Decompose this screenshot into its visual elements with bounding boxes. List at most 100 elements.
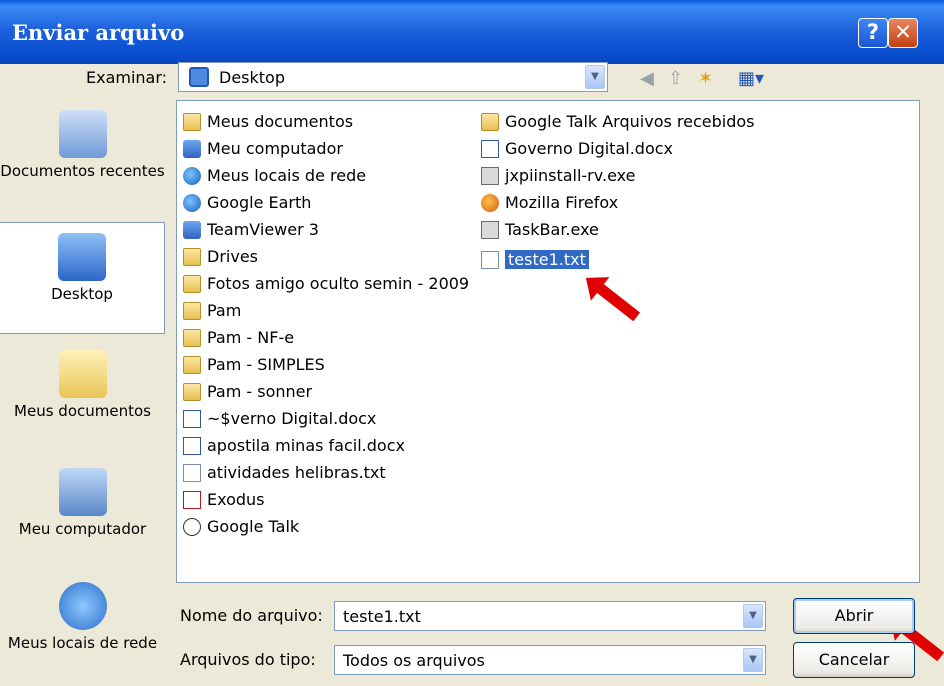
new-folder-button[interactable]: ✶ — [698, 68, 713, 89]
lookin-dropdown-button[interactable]: ▼ — [585, 65, 605, 89]
word-document-icon — [183, 409, 201, 428]
place-recent-documents[interactable]: Documentos recentes — [0, 110, 165, 180]
file-name: Meus documentos — [207, 112, 354, 131]
filetype-value: Todos os arquivos — [343, 651, 485, 670]
filename-dropdown-button[interactable]: ▼ — [743, 604, 763, 628]
place-label: Meus locais de rede — [7, 634, 158, 652]
file-item[interactable]: TeamViewer 3 — [183, 217, 319, 242]
file-item[interactable]: TaskBar.exe — [481, 217, 599, 242]
file-item[interactable]: Pam - sonner — [183, 379, 312, 404]
up-folder-button[interactable]: ⇧ — [668, 68, 683, 89]
title-bar[interactable]: Enviar arquivo ? ✕ — [0, 0, 944, 64]
lookin-value: Desktop — [219, 68, 285, 87]
place-my-computer[interactable]: Meu computador — [0, 468, 165, 538]
text-file-icon — [183, 463, 201, 482]
file-item[interactable]: Google Earth — [183, 190, 311, 215]
window-title: Enviar arquivo — [12, 20, 185, 45]
file-list[interactable]: Meus documentos Meu computador Meus loca… — [176, 100, 920, 583]
filetype-label: Arquivos do tipo: — [180, 650, 316, 669]
lookin-combo[interactable]: Desktop ▼ — [178, 62, 608, 92]
folder-icon — [183, 301, 201, 320]
file-item[interactable]: ~$verno Digital.docx — [183, 406, 376, 431]
file-item[interactable]: Google Talk Arquivos recebidos — [481, 109, 755, 134]
filename-field[interactable]: teste1.txt ▼ — [334, 601, 766, 631]
open-button[interactable]: Abrir — [793, 598, 915, 634]
file-name: TeamViewer 3 — [207, 220, 319, 239]
recent-documents-icon — [58, 110, 107, 158]
back-button[interactable]: ◀ — [640, 68, 654, 89]
chevron-down-icon: ▼ — [749, 610, 757, 621]
file-name: apostila minas facil.docx — [207, 436, 405, 455]
file-name: Meus locais de rede — [207, 166, 367, 185]
file-name: TaskBar.exe — [505, 220, 599, 239]
my-documents-icon — [58, 350, 107, 398]
close-icon: ✕ — [894, 20, 912, 44]
help-button[interactable]: ? — [858, 18, 888, 48]
network-places-icon — [58, 582, 107, 630]
file-item[interactable]: Fotos amigo oculto semin - 2009 — [183, 271, 469, 296]
file-name: ~$verno Digital.docx — [207, 409, 377, 428]
filename-value: teste1.txt — [343, 607, 421, 626]
file-item[interactable]: Exodus — [183, 487, 265, 512]
folder-icon — [183, 247, 201, 266]
file-item[interactable]: Pam - SIMPLES — [183, 352, 325, 377]
close-button[interactable]: ✕ — [888, 18, 918, 48]
file-name: Pam - SIMPLES — [207, 355, 325, 374]
place-network-places[interactable]: Meus locais de rede — [0, 582, 165, 652]
file-item-selected[interactable]: teste1.txt — [481, 247, 589, 272]
word-document-icon — [481, 139, 499, 158]
view-menu-button[interactable]: ▦▾ — [738, 68, 764, 89]
file-name: jxpiinstall-rv.exe — [505, 166, 636, 185]
place-label: Meu computador — [18, 520, 147, 538]
file-name: Pam - sonner — [207, 382, 313, 401]
word-document-icon — [183, 436, 201, 455]
file-item[interactable]: apostila minas facil.docx — [183, 433, 405, 458]
lookin-label: Examinar: — [86, 68, 168, 87]
file-name: atividades helibras.txt — [207, 463, 386, 482]
cancel-button[interactable]: Cancelar — [793, 642, 915, 678]
file-item[interactable]: Meus documentos — [183, 109, 353, 134]
file-name: Pam — [207, 301, 242, 320]
my-computer-icon — [58, 468, 107, 516]
file-item[interactable]: Pam - NF-e — [183, 325, 294, 350]
file-item[interactable]: Meus locais de rede — [183, 163, 366, 188]
file-item[interactable]: jxpiinstall-rv.exe — [481, 163, 635, 188]
place-desktop[interactable]: Desktop — [0, 222, 165, 334]
file-name: Fotos amigo oculto semin - 2009 — [207, 274, 470, 293]
file-name: Google Talk Arquivos recebidos — [505, 112, 755, 131]
file-item[interactable]: atividades helibras.txt — [183, 460, 386, 485]
file-item[interactable]: Drives — [183, 244, 258, 269]
teamviewer-icon — [183, 220, 201, 239]
chevron-down-icon: ▼ — [749, 654, 757, 665]
folder-icon — [183, 112, 201, 131]
google-talk-icon — [183, 517, 201, 536]
java-installer-icon — [481, 166, 499, 185]
file-name: Exodus — [207, 490, 265, 509]
place-label: Documentos recentes — [0, 162, 165, 180]
file-item[interactable]: Mozilla Firefox — [481, 190, 618, 215]
file-name: Google Earth — [207, 193, 312, 212]
folder-icon — [183, 274, 201, 293]
file-name: Google Talk — [207, 517, 300, 536]
exodus-icon — [183, 490, 201, 509]
file-item[interactable]: Pam — [183, 298, 241, 323]
place-my-documents[interactable]: Meus documentos — [0, 350, 165, 420]
folder-icon — [183, 355, 201, 374]
filetype-dropdown-button[interactable]: ▼ — [743, 648, 763, 672]
folder-icon — [481, 112, 499, 131]
network-icon — [183, 166, 201, 185]
file-item[interactable]: Google Talk — [183, 514, 299, 539]
chevron-down-icon: ▼ — [591, 71, 599, 82]
text-file-icon — [481, 250, 499, 269]
places-bar: Documentos recentes Desktop Meus documen… — [0, 96, 168, 686]
file-name: Mozilla Firefox — [505, 193, 619, 212]
file-name: Meu computador — [207, 139, 343, 158]
file-item[interactable]: Governo Digital.docx — [481, 136, 673, 161]
firefox-icon — [481, 193, 499, 212]
file-item[interactable]: Meu computador — [183, 136, 343, 161]
place-label: Desktop — [51, 285, 113, 303]
filetype-select[interactable]: Todos os arquivos ▼ — [334, 645, 766, 675]
open-file-dialog: Enviar arquivo ? ✕ Examinar: Desktop ▼ ◀… — [0, 0, 944, 686]
google-earth-icon — [183, 193, 201, 212]
file-name: Governo Digital.docx — [505, 139, 673, 158]
